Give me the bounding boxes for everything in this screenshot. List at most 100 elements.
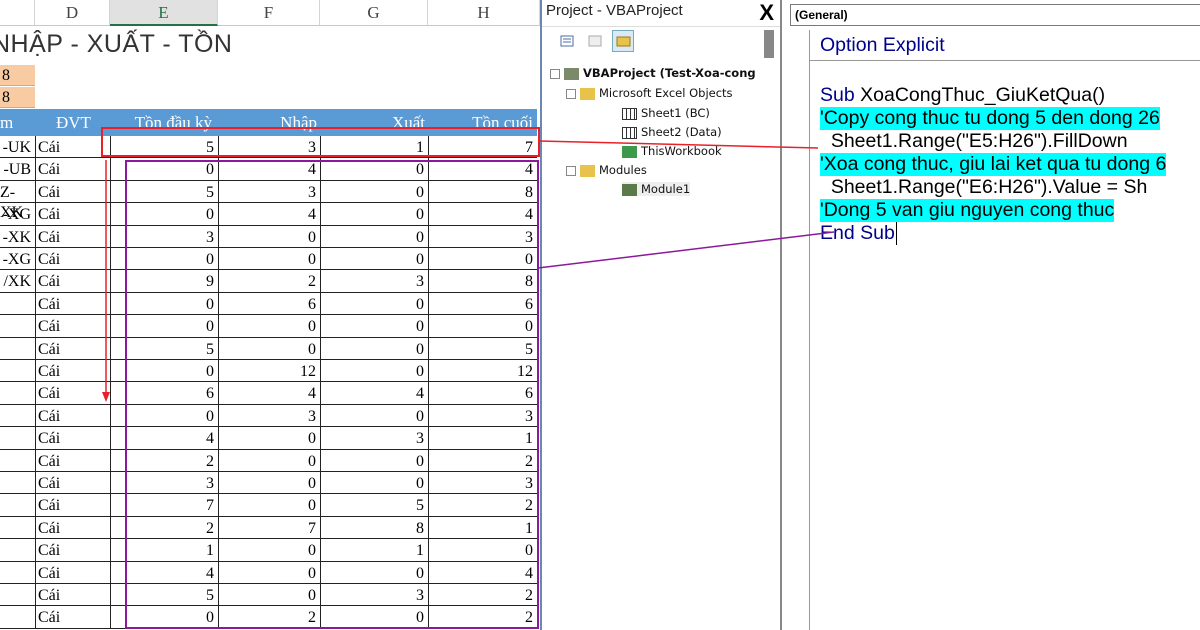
table-cell[interactable]: Cái xyxy=(38,564,60,584)
table-cell[interactable]: 0 xyxy=(308,496,316,516)
table-cell[interactable]: Cái xyxy=(38,183,60,203)
view-code-icon[interactable] xyxy=(556,30,578,52)
table-cell[interactable]: 3 xyxy=(308,138,316,158)
comment-line[interactable]: 'Xoa cong thuc, giu lai ket qua tu dong … xyxy=(820,153,1167,176)
table-cell[interactable]: 0 xyxy=(416,340,424,360)
table-cell[interactable]: -UK xyxy=(3,138,31,158)
table-cell[interactable]: 0 xyxy=(416,183,424,203)
table-cell[interactable]: 3 xyxy=(416,429,424,449)
table-cell[interactable]: 4 xyxy=(416,384,424,404)
table-cell[interactable]: 0 xyxy=(525,317,533,337)
table-cell[interactable]: Cái xyxy=(38,362,60,382)
table-cell[interactable]: Z-XK xyxy=(0,183,31,221)
table-cell[interactable]: 3 xyxy=(206,474,214,494)
table-cell[interactable]: 4 xyxy=(308,205,316,225)
table-cell[interactable]: 0 xyxy=(308,564,316,584)
table-cell[interactable]: Cái xyxy=(38,272,60,292)
table-cell[interactable]: 12 xyxy=(517,362,533,382)
table-cell[interactable]: -XG xyxy=(3,205,31,225)
table-cell[interactable]: 8 xyxy=(416,519,424,539)
table-cell[interactable]: 4 xyxy=(525,205,533,225)
table-cell[interactable]: 2 xyxy=(308,608,316,628)
table-cell[interactable]: Cái xyxy=(38,452,60,472)
tree-thisworkbook[interactable]: ThisWorkbook xyxy=(622,144,722,158)
table-cell[interactable]: 3 xyxy=(525,474,533,494)
column-header-h[interactable]: H xyxy=(428,0,540,26)
table-cell[interactable]: Cái xyxy=(38,250,60,270)
table-cell[interactable]: 6 xyxy=(525,295,533,315)
table-cell[interactable]: 0 xyxy=(416,295,424,315)
code-line[interactable]: Sub XoaCongThuc_GiuKetQua() xyxy=(820,84,1105,107)
comment-line[interactable]: 'Copy cong thuc tu dong 5 den dong 26 xyxy=(820,107,1160,130)
table-cell[interactable]: Cái xyxy=(38,340,60,360)
scrollbar[interactable] xyxy=(764,30,774,58)
table-cell[interactable]: 6 xyxy=(206,384,214,404)
toggle-folders-icon[interactable] xyxy=(612,30,634,52)
table-cell[interactable]: 1 xyxy=(416,138,424,158)
tree-module1[interactable]: Module1 xyxy=(622,182,691,196)
table-cell[interactable]: 3 xyxy=(416,586,424,606)
table-cell[interactable]: 4 xyxy=(206,429,214,449)
view-object-icon[interactable] xyxy=(584,30,606,52)
table-cell[interactable]: 2 xyxy=(206,519,214,539)
table-cell[interactable]: 5 xyxy=(416,496,424,516)
table-cell[interactable]: 7 xyxy=(308,519,316,539)
table-cell[interactable]: 0 xyxy=(206,250,214,270)
table-cell[interactable]: 3 xyxy=(525,228,533,248)
table-cell[interactable]: Cái xyxy=(38,519,60,539)
table-cell[interactable]: 4 xyxy=(308,384,316,404)
table-cell[interactable]: 0 xyxy=(525,541,533,561)
table-cell[interactable]: 0 xyxy=(416,362,424,382)
table-cell[interactable]: 2 xyxy=(525,608,533,628)
table-cell[interactable]: 4 xyxy=(308,160,316,180)
table-cell[interactable]: -XK xyxy=(3,228,31,248)
tree-sheet1[interactable]: Sheet1 (BC) xyxy=(622,106,710,120)
table-cell[interactable]: 0 xyxy=(206,205,214,225)
table-cell[interactable]: 0 xyxy=(308,586,316,606)
table-cell[interactable]: Cái xyxy=(38,608,60,628)
table-cell[interactable]: 1 xyxy=(416,541,424,561)
column-header-e[interactable]: E xyxy=(110,0,218,26)
column-header-c[interactable] xyxy=(0,0,35,26)
code-line[interactable]: End Sub xyxy=(820,222,897,245)
table-cell[interactable]: 0 xyxy=(416,608,424,628)
table-cell[interactable]: 1 xyxy=(206,541,214,561)
table-cell[interactable]: 0 xyxy=(416,317,424,337)
table-cell[interactable]: 0 xyxy=(525,250,533,270)
table-cell[interactable]: 0 xyxy=(416,160,424,180)
table-cell[interactable]: 2 xyxy=(206,452,214,472)
table-cell[interactable]: Cái xyxy=(38,384,60,404)
table-cell[interactable]: 6 xyxy=(525,384,533,404)
tree-modules[interactable]: Modules xyxy=(566,163,647,177)
table-cell[interactable]: 1 xyxy=(525,519,533,539)
table-cell[interactable]: 0 xyxy=(308,250,316,270)
table-cell[interactable]: -XG xyxy=(3,250,31,270)
table-cell[interactable]: 2 xyxy=(525,496,533,516)
table-cell[interactable]: 5 xyxy=(206,183,214,203)
table-cell[interactable]: 0 xyxy=(206,608,214,628)
code-line[interactable]: Sheet1.Range("E6:H26").Value = Sh xyxy=(820,176,1147,199)
table-cell[interactable]: Cái xyxy=(38,496,60,516)
table-cell[interactable]: 0 xyxy=(206,317,214,337)
table-cell[interactable]: 5 xyxy=(525,340,533,360)
table-cell[interactable]: 0 xyxy=(416,452,424,472)
table-cell[interactable]: 0 xyxy=(308,429,316,449)
table-cell[interactable]: 8 xyxy=(525,272,533,292)
table-cell[interactable]: Cái xyxy=(38,295,60,315)
column-header-f[interactable]: F xyxy=(218,0,320,26)
table-cell[interactable]: 0 xyxy=(416,250,424,270)
tree-sheet2[interactable]: Sheet2 (Data) xyxy=(622,125,722,139)
table-cell[interactable]: 9 xyxy=(206,272,214,292)
table-cell[interactable]: 7 xyxy=(206,496,214,516)
table-cell[interactable]: Cái xyxy=(38,429,60,449)
code-line[interactable]: Sheet1.Range("E5:H26").FillDown xyxy=(820,130,1128,153)
table-cell[interactable]: 0 xyxy=(308,228,316,248)
table-cell[interactable]: 0 xyxy=(416,564,424,584)
table-cell[interactable]: 6 xyxy=(308,295,316,315)
table-cell[interactable]: 0 xyxy=(206,160,214,180)
table-cell[interactable]: 3 xyxy=(206,228,214,248)
tree-excel-objects[interactable]: Microsoft Excel Objects xyxy=(566,86,733,100)
table-cell[interactable]: Cái xyxy=(38,541,60,561)
table-cell[interactable]: 3 xyxy=(525,407,533,427)
table-cell[interactable]: /XK xyxy=(3,272,31,292)
